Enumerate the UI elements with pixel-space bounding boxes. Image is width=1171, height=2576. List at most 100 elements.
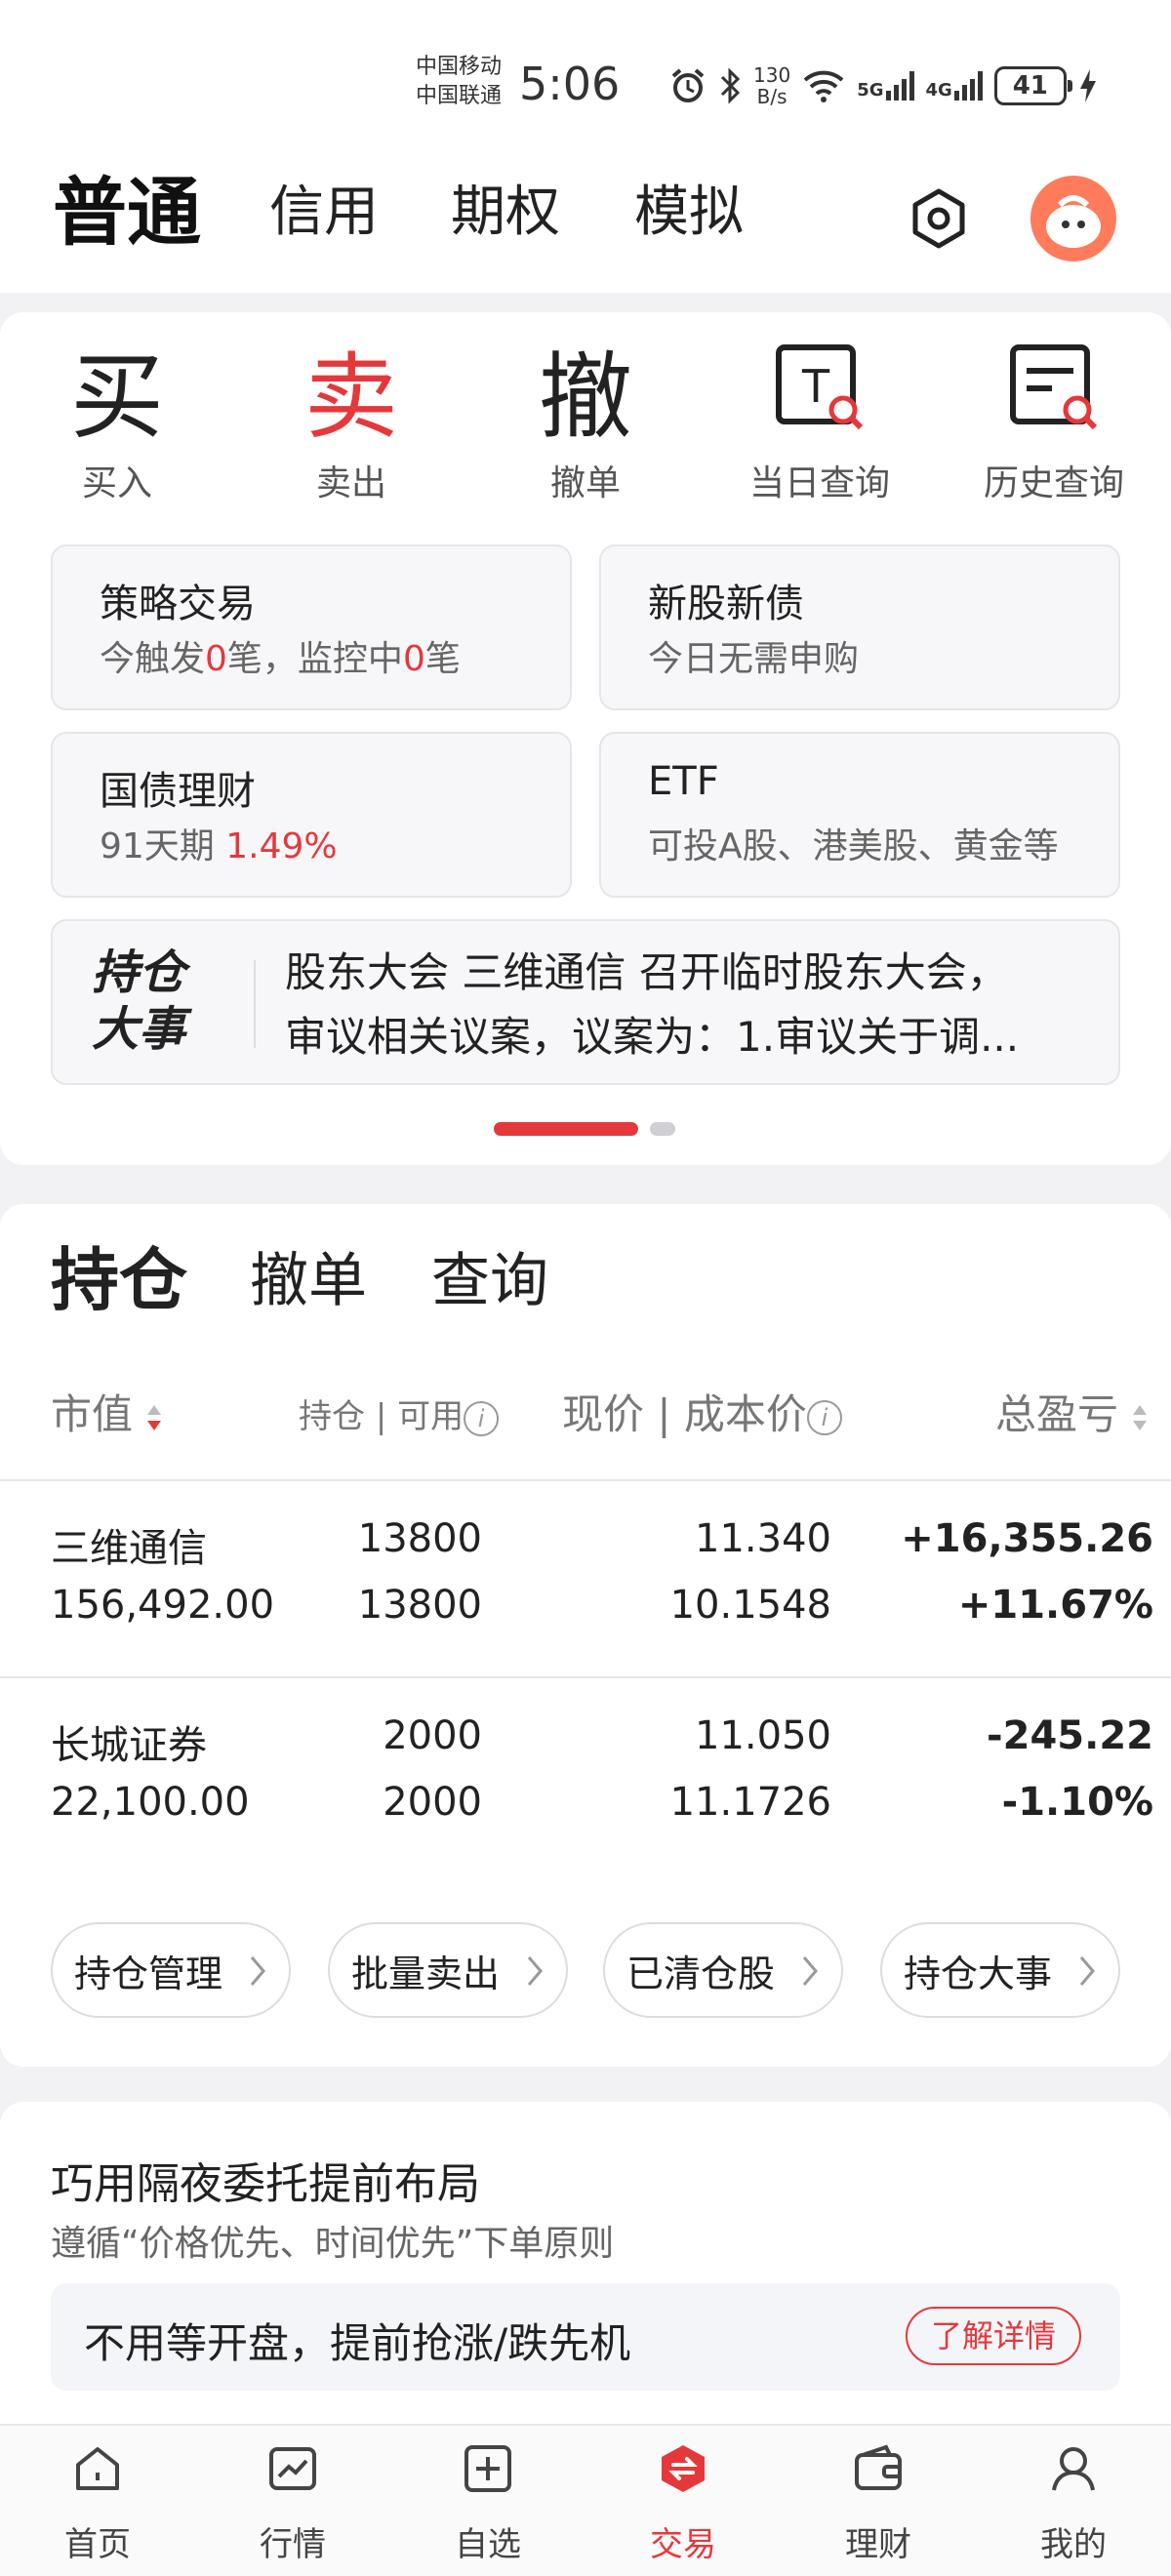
info-icon[interactable]: i (464, 1400, 500, 1436)
promo-banner-text: 不用等开盘，提前抢涨/跌先机 (84, 2319, 631, 2367)
bottom-nav: 首页 行情 自选 交易 理财 我的 (0, 2424, 1171, 2576)
charging-icon (1079, 69, 1096, 102)
bond-card[interactable]: 国债理财 91天期 1.49% (51, 732, 572, 898)
news-tag-line2: 大事 (92, 1002, 186, 1057)
nav-finance[interactable]: 理财 (781, 2426, 976, 2576)
col-holding-available: 持仓 | 可用 i (299, 1389, 500, 1437)
nav-watchlist[interactable]: 自选 (390, 2426, 586, 2576)
sell-glyph: 卖 (304, 342, 398, 452)
col-market-value-label: 市值 (51, 1390, 134, 1438)
row-divider (0, 1676, 1171, 1678)
holding-events-label: 持仓大事 (904, 1952, 1053, 1995)
sell-icon: 卖 (234, 330, 468, 452)
wallet-icon (855, 2444, 902, 2490)
news-tag-line1: 持仓 (92, 946, 186, 1000)
battery-icon: 41 (993, 66, 1072, 105)
status-bar: 中国移动 中国联通 5:06 130 B/s 5G 4G 41 (0, 0, 1171, 146)
add-square-icon (464, 2445, 511, 2492)
avatar-face-icon (1046, 195, 1101, 248)
table-divider (0, 1479, 1171, 1481)
nav-market[interactable]: 行情 (195, 2426, 390, 2576)
net-speed: 130 B/s (753, 64, 790, 107)
holding-news-banner[interactable]: 持仓 大事 股东大会 三维通信 召开临时股东大会， 审议相关议案，议案为：1.审… (51, 919, 1120, 1085)
bond-term: 91天期 (100, 826, 226, 866)
bond-title: 国债理财 (100, 769, 256, 814)
buy-icon: 买 (0, 330, 234, 452)
today-query-glyph: T (801, 360, 830, 413)
promo-subtitle: 遵循“价格优先、时间优先”下单原则 (51, 2224, 615, 2264)
tab-simulation[interactable]: 模拟 (634, 168, 744, 247)
col-price-label: 现价 (562, 1390, 645, 1438)
col-available-label: 可用 (397, 1397, 464, 1436)
holding-manage-button[interactable]: 持仓管理 (51, 1922, 291, 2018)
alarm-icon (671, 68, 705, 102)
nav-finance-label: 理财 (845, 2525, 911, 2564)
col-total-pnl[interactable]: 总盈亏 (995, 1382, 1149, 1441)
holding-qty: 13800 (357, 1516, 482, 1561)
tab-holdings[interactable]: 持仓 (47, 1226, 187, 1324)
available-qty: 2000 (383, 1780, 482, 1825)
sort-icon (1133, 1404, 1148, 1430)
promo-banner[interactable]: 不用等开盘，提前抢涨/跌先机 了解详情 (51, 2283, 1120, 2391)
trade-icon (662, 2445, 705, 2492)
batch-sell-button[interactable]: 批量卖出 (328, 1922, 568, 2018)
sell-button[interactable]: 卖 卖出 (234, 330, 468, 525)
nav-watchlist-label: 自选 (455, 2525, 521, 2564)
net-speed-value: 130 (753, 63, 791, 87)
history-query-button[interactable]: 历史查询 (937, 330, 1171, 525)
strategy-triggered-count: 0 (205, 639, 227, 679)
nav-mine[interactable]: 我的 (976, 2426, 1171, 2576)
avatar[interactable] (1030, 176, 1116, 262)
nav-market-label: 行情 (260, 2525, 326, 2564)
account-header: 普通 信用 期权 模拟 (0, 146, 1171, 293)
signal-4g-icon: 4G (926, 71, 983, 101)
cost-price: 10.1548 (669, 1583, 831, 1628)
strategy-status-post: 笔 (424, 639, 461, 679)
info-icon[interactable]: i (806, 1399, 842, 1435)
holding-events-button[interactable]: 持仓大事 (880, 1922, 1120, 2018)
promo-title: 巧用隔夜委托提前布局 (51, 2159, 480, 2209)
market-value: 156,492.00 (51, 1583, 275, 1628)
nav-home[interactable]: 首页 (0, 2426, 195, 2576)
strategy-status-mid: 笔，监控中 (226, 639, 403, 679)
tab-cancel-orders[interactable]: 撤单 (250, 1233, 367, 1318)
tab-credit[interactable]: 信用 (269, 168, 379, 247)
strategy-monitoring-count: 0 (402, 639, 425, 679)
tab-normal[interactable]: 普通 (49, 152, 201, 260)
col-holding-label: 持仓 (299, 1397, 365, 1436)
strategy-status-pre: 今触发 (100, 639, 206, 679)
history-query-icon (937, 330, 1171, 447)
carrier-1: 中国移动 (416, 55, 503, 79)
strategy-trade-card[interactable]: 策略交易 今触发0笔，监控中0笔 (51, 544, 572, 710)
col-sep1: | (375, 1397, 387, 1436)
col-price-cost: 现价 | 成本价 i (562, 1382, 842, 1441)
learn-more-button[interactable]: 了解详情 (905, 2307, 1081, 2365)
tab-options[interactable]: 期权 (451, 168, 560, 247)
tab-query[interactable]: 查询 (431, 1233, 548, 1318)
cancel-order-label: 撤单 (549, 463, 621, 503)
nav-mine-label: 我的 (1040, 2525, 1107, 2564)
buy-label: 买入 (81, 463, 152, 503)
chevron-right-icon (802, 1956, 818, 1986)
total-pnl: -245.22 (987, 1713, 1153, 1758)
cancel-order-button[interactable]: 撤 撤单 (468, 330, 703, 525)
sort-icon (147, 1404, 162, 1430)
available-qty: 13800 (357, 1583, 482, 1628)
signal-5g-icon: 5G (857, 71, 914, 101)
holding-qty: 2000 (383, 1713, 482, 1758)
cancel-order-icon: 撤 (468, 330, 703, 452)
col-pnl-label: 总盈亏 (995, 1390, 1119, 1438)
ipo-card[interactable]: 新股新债 今日无需申购 (599, 544, 1120, 710)
today-query-button[interactable]: T 当日查询 (703, 330, 937, 525)
news-divider (254, 960, 256, 1048)
col-market-value[interactable]: 市值 (51, 1382, 163, 1441)
nav-trade[interactable]: 交易 (586, 2426, 781, 2576)
etf-card[interactable]: ETF 可投A股、港美股、黄金等 (599, 732, 1120, 898)
buy-button[interactable]: 买 买入 (0, 330, 234, 525)
stock-name: 三维通信 (51, 1526, 207, 1571)
holding-manage-label: 持仓管理 (74, 1952, 223, 1995)
strategy-status: 今触发0笔，监控中0笔 (100, 630, 461, 681)
cleared-stocks-button[interactable]: 已清仓股 (603, 1922, 843, 2018)
carrier-names: 中国移动 中国联通 (416, 53, 502, 111)
settings-icon[interactable] (908, 187, 970, 250)
